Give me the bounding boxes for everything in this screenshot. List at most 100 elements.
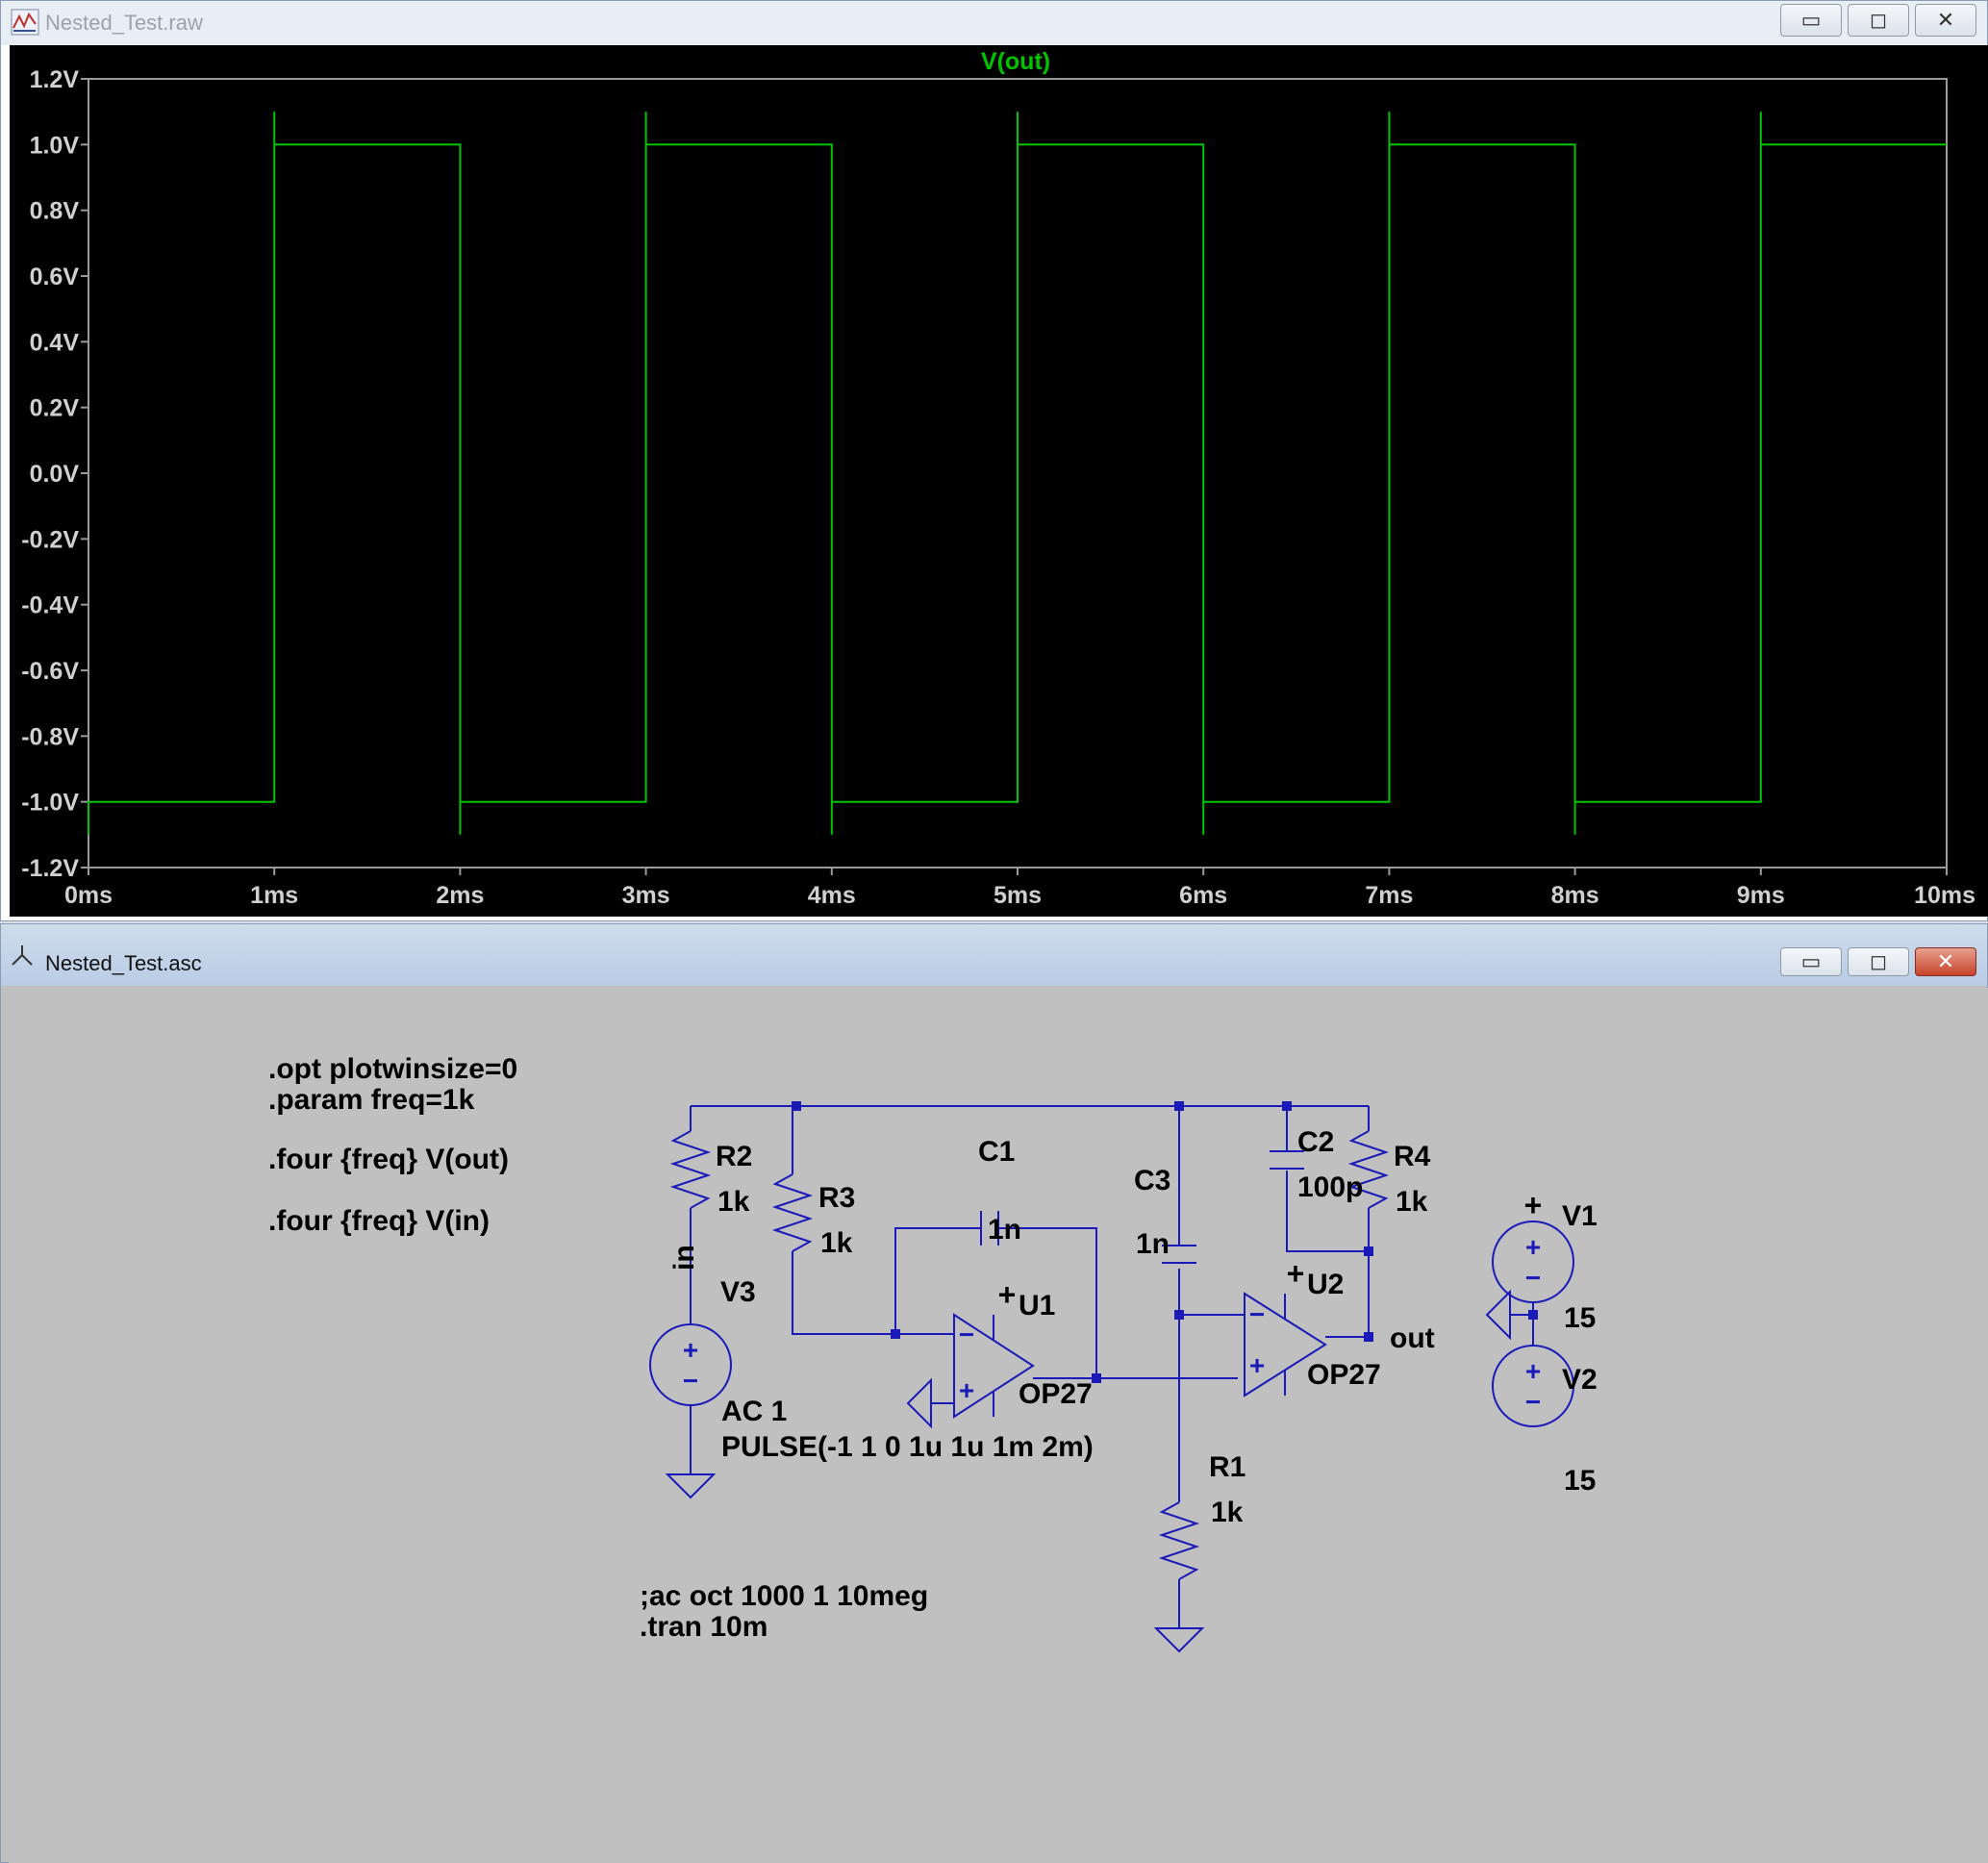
directive-tran[interactable]: .tran 10m [640, 1611, 768, 1643]
directive-param[interactable]: .param freq=1k [268, 1084, 475, 1116]
y-tick-label: 0.8V [30, 198, 80, 225]
v3-value[interactable]: PULSE(-1 1 0 1u 1u 1m 2m) [721, 1431, 1094, 1463]
c1-label[interactable]: C1 [978, 1136, 1015, 1168]
minus-sign: − [1249, 1299, 1265, 1329]
waveform-plot[interactable]: V(out) 1.2V 1.0V 0.8V 0.6V 0.4V 0.2V 0.0V -0.2V… [10, 45, 1988, 917]
y-tick-label: -0.8V [21, 723, 79, 750]
junction [1528, 1310, 1538, 1320]
y-tick-label: -0.6V [21, 658, 79, 685]
directive-four-out[interactable]: .four {freq} V(out) [268, 1144, 509, 1175]
r3-label[interactable]: R3 [818, 1182, 855, 1214]
junction [1174, 1101, 1184, 1111]
x-tick-label: 9ms [1737, 882, 1785, 909]
y-tick-label: 1.0V [30, 132, 80, 159]
waveform-app-icon [11, 9, 39, 36]
c1-value[interactable]: 1n [988, 1214, 1021, 1246]
r2-label[interactable]: R2 [716, 1141, 752, 1172]
plot-window-titlebar[interactable]: Nested_Test.raw ▭ ◻ ✕ [1, 1, 1987, 45]
junction [792, 1101, 801, 1111]
v3-ac[interactable]: AC 1 [721, 1396, 787, 1427]
c2-value[interactable]: 100p [1297, 1171, 1363, 1203]
x-tick-label: 7ms [1365, 882, 1413, 909]
y-tick-label: 0.6V [30, 264, 80, 290]
u1-model[interactable]: OP27 [1019, 1378, 1093, 1410]
y-tick-label: -1.2V [21, 855, 79, 882]
minimize-icon: ▭ [1800, 949, 1822, 973]
y-tick-label: 1.2V [30, 66, 80, 93]
x-tick-label: 2ms [436, 882, 484, 909]
close-button[interactable]: ✕ [1915, 947, 1976, 976]
v3-label[interactable]: V3 [720, 1276, 756, 1308]
v2-value[interactable]: 15 [1564, 1465, 1596, 1497]
plot-window-title: Nested_Test.raw [45, 11, 203, 35]
y-tick-label: 0.2V [30, 395, 80, 422]
minus-sign: − [683, 1366, 698, 1396]
directive-ac[interactable]: ;ac oct 1000 1 10meg [640, 1580, 928, 1612]
net-label-in[interactable]: in [668, 1245, 700, 1271]
r2-value[interactable]: 1k [717, 1186, 750, 1218]
close-button[interactable]: ✕ [1915, 4, 1976, 37]
x-tick-label: 5ms [994, 882, 1042, 909]
x-tick-label: 8ms [1551, 882, 1599, 909]
y-tick-label: 0.4V [30, 329, 80, 356]
schematic-background [9, 988, 1988, 1863]
x-tick-label: 1ms [250, 882, 298, 909]
y-tick-label: 0.0V [30, 461, 80, 488]
close-icon: ✕ [1936, 949, 1955, 973]
minus-sign: − [1525, 1263, 1541, 1293]
r3-value[interactable]: 1k [820, 1227, 853, 1259]
u2-model[interactable]: OP27 [1307, 1359, 1381, 1391]
x-tick-label: 6ms [1179, 882, 1227, 909]
minimize-button[interactable]: ▭ [1780, 947, 1842, 976]
r1-label[interactable]: R1 [1209, 1451, 1246, 1483]
junction [1282, 1101, 1292, 1111]
maximize-button[interactable]: ◻ [1848, 947, 1909, 976]
x-tick-label: 0ms [64, 882, 113, 909]
net-label-out[interactable]: out [1390, 1322, 1435, 1354]
schematic-window-title: Nested_Test.asc [45, 951, 202, 975]
close-icon: ✕ [1936, 8, 1955, 32]
x-tick-label: 3ms [622, 882, 670, 909]
minimize-icon: ▭ [1800, 8, 1822, 32]
minimize-button[interactable]: ▭ [1780, 4, 1842, 37]
schematic-window: Nested_Test.asc ▭ ◻ ✕ .opt plotwinsize=0… [0, 923, 1988, 1863]
r1-value[interactable]: 1k [1211, 1497, 1244, 1528]
x-tick-label: 4ms [808, 882, 856, 909]
plus-sign: + [683, 1335, 698, 1365]
schematic-window-titlebar[interactable]: Nested_Test.asc ▭ ◻ ✕ [1, 924, 1987, 986]
trace-title[interactable]: V(out) [981, 48, 1050, 75]
minus-sign: − [1525, 1387, 1541, 1417]
minus-sign: − [959, 1320, 974, 1349]
maximize-icon: ◻ [1869, 8, 1888, 32]
maximize-button[interactable]: ◻ [1848, 4, 1909, 37]
plus-sign: + [1249, 1350, 1265, 1380]
y-tick-label: -1.0V [21, 790, 79, 817]
supply-plus-sign: + [998, 1277, 1017, 1312]
y-tick-label: -0.4V [21, 592, 79, 619]
plus-sign: + [959, 1375, 974, 1405]
maximize-icon: ◻ [1869, 949, 1888, 973]
v1-label[interactable]: V1 [1562, 1200, 1598, 1232]
schematic-app-icon [12, 945, 33, 966]
plot-background [10, 45, 1988, 917]
schematic-canvas[interactable]: .opt plotwinsize=0 .param freq=1k .four … [9, 988, 1988, 1863]
v2-label[interactable]: V2 [1562, 1364, 1598, 1396]
v1-value[interactable]: 15 [1564, 1302, 1596, 1334]
y-tick-label: -0.2V [21, 526, 79, 553]
junction [1364, 1332, 1373, 1342]
x-tick-label: 10ms [1914, 882, 1975, 909]
directive-four-in[interactable]: .four {freq} V(in) [268, 1205, 490, 1237]
c3-value[interactable]: 1n [1136, 1228, 1170, 1260]
junction [1364, 1246, 1373, 1256]
r4-value[interactable]: 1k [1396, 1186, 1428, 1218]
junction [1174, 1310, 1184, 1320]
directive-opt[interactable]: .opt plotwinsize=0 [268, 1053, 517, 1085]
c2-label[interactable]: C2 [1297, 1126, 1334, 1158]
u1-label[interactable]: U1 [1019, 1290, 1055, 1322]
c3-label[interactable]: C3 [1134, 1165, 1170, 1196]
junction [891, 1329, 900, 1339]
r4-label[interactable]: R4 [1394, 1141, 1431, 1172]
plus-sign: + [1525, 1356, 1541, 1386]
u2-label[interactable]: U2 [1307, 1269, 1344, 1300]
plus-sign: + [1525, 1232, 1541, 1262]
